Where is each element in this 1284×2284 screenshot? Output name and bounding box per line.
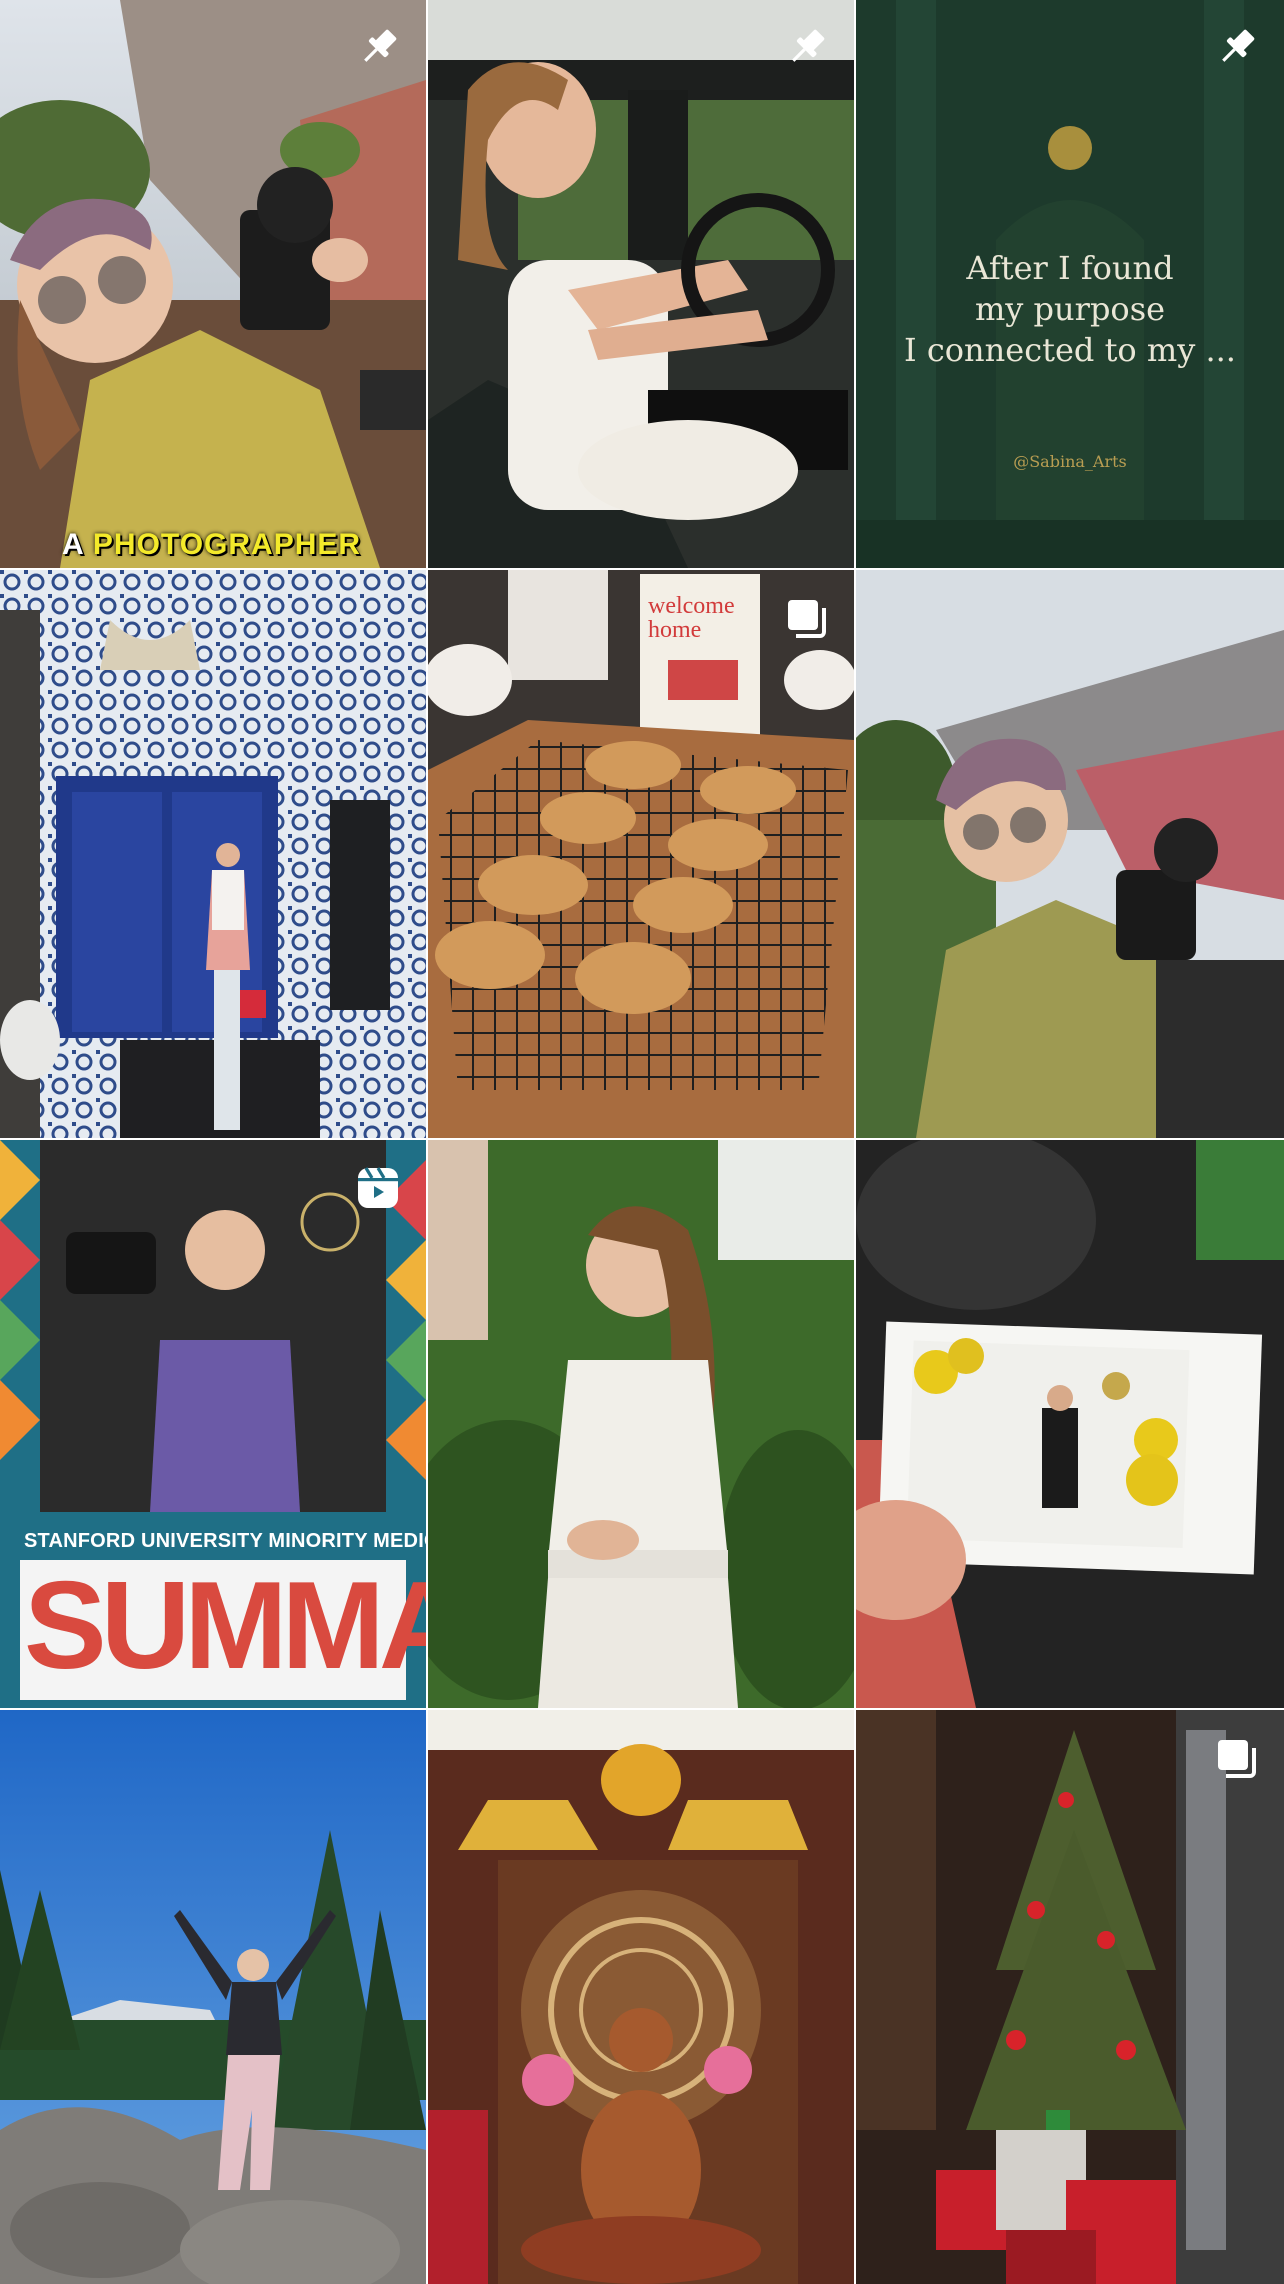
pin-icon bbox=[782, 24, 830, 72]
organization-acronym: SUMMA bbox=[24, 1557, 426, 1695]
photo-buddha-statue-restaurant bbox=[428, 1710, 854, 2284]
pin-icon bbox=[1212, 24, 1260, 72]
photo-woman-with-camera-city-view bbox=[0, 0, 426, 568]
reels-icon bbox=[354, 1164, 402, 1212]
post-tile-summa[interactable]: STANFORD UNIVERSITY MINORITY MEDICAL ALL… bbox=[0, 1140, 426, 1708]
photographer-caption: A PHOTOGRAPHER bbox=[62, 528, 362, 561]
welcome-card-text: welcome home bbox=[648, 593, 735, 643]
carousel-icon bbox=[782, 594, 830, 642]
carousel-icon bbox=[1212, 1734, 1260, 1782]
post-tile-driving-jeep[interactable] bbox=[428, 0, 854, 568]
post-tile-photographer-selfie[interactable]: A PHOTOGRAPHER bbox=[0, 0, 426, 568]
photo-woman-on-rocks-lake bbox=[0, 1710, 426, 2284]
author-handle: @Sabina_Arts bbox=[1013, 452, 1127, 471]
post-tile-polaroid[interactable] bbox=[856, 1140, 1284, 1708]
post-tile-quote[interactable]: After I found my purpose I connected to … bbox=[856, 0, 1284, 568]
photo-woman-driving bbox=[428, 0, 854, 568]
photo-woman-white-outfit-garden bbox=[428, 1140, 854, 1708]
photo-woman-by-blue-door bbox=[0, 570, 426, 1138]
profile-posts-grid: A PHOTOGRAPHER After I found my purpose … bbox=[0, 0, 1284, 2284]
post-tile-cookies[interactable]: welcome home bbox=[428, 570, 854, 1138]
post-tile-white-outfit[interactable] bbox=[428, 1140, 854, 1708]
quote-text: After I found my purpose I connected to … bbox=[904, 249, 1236, 369]
photo-polaroid-in-hand bbox=[856, 1140, 1284, 1708]
photo-almond-cookies bbox=[428, 570, 854, 1138]
photo-woman-selfie-city bbox=[856, 570, 1284, 1138]
post-tile-city-selfie[interactable] bbox=[856, 570, 1284, 1138]
post-tile-blue-door[interactable] bbox=[0, 570, 426, 1138]
pin-icon bbox=[354, 24, 402, 72]
post-tile-mountain[interactable] bbox=[0, 1710, 426, 2284]
post-tile-christmas-tree[interactable] bbox=[856, 1710, 1284, 2284]
photo-christmas-tree-gifts bbox=[856, 1710, 1284, 2284]
post-tile-buddha[interactable] bbox=[428, 1710, 854, 2284]
organization-name: STANFORD UNIVERSITY MINORITY MEDICAL ALL… bbox=[24, 1530, 426, 1552]
